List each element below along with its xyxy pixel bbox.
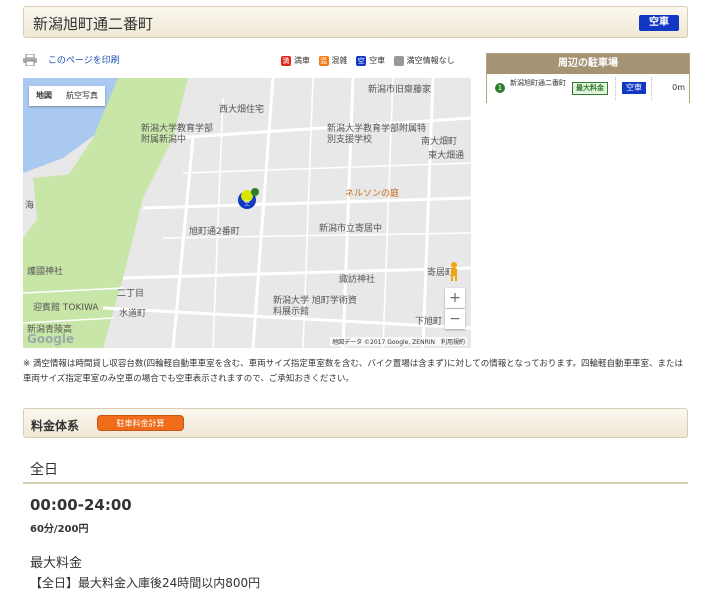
map-label: 諏訪神社 <box>339 275 376 285</box>
map-label: 東大畑通 <box>428 151 465 161</box>
map-label: 新潟大学 旭町学術資料展示館 <box>273 296 357 317</box>
map-label: 迎賓館 TOKIWA <box>33 303 99 313</box>
map-credit[interactable]: 地図データ ©2017 Google, ZENRIN 利用規約 <box>330 337 467 346</box>
map-label: 水道町 <box>119 309 147 319</box>
nearby-item-name[interactable]: 新潟旭町通二番町 <box>510 78 570 88</box>
zoom-out-button[interactable]: − <box>445 309 465 329</box>
map-label: 下旭町 <box>415 317 443 327</box>
max-fee-title: 最大料金 <box>30 556 83 571</box>
nearby-status-badge: 空車 <box>622 82 646 94</box>
header-bar: 新潟旭町通二番町 空車 <box>23 6 688 38</box>
fee-time-range: 00:00-24:00 <box>30 496 132 514</box>
map-label: 新潟市立寄居中 <box>319 224 383 234</box>
map-label: 南大畑町 <box>421 137 458 147</box>
nearby-title: 周辺の駐車場 <box>487 54 689 74</box>
map-label: 新潟市旧齋藤家 <box>368 85 432 95</box>
day-heading: 全日 <box>23 456 688 484</box>
zoom-in-button[interactable]: + <box>445 288 465 308</box>
map-label: 西大畑住宅 <box>219 105 265 115</box>
map-type-toggle[interactable]: 地図 航空写真 <box>29 86 105 106</box>
nearby-distance: 0m <box>672 83 685 92</box>
map-label: 新潟大学教育学部附属新潟中 <box>141 124 214 145</box>
print-label[interactable]: このページを印刷 <box>48 56 120 66</box>
nearby-item[interactable]: 1 新潟旭町通二番町 最大料金 空車 0m <box>487 74 689 103</box>
legend-crowded: 混混雑 <box>318 55 348 66</box>
legend-full: 満満車 <box>281 55 310 66</box>
nearby-item-number: 1 <box>495 83 505 93</box>
status-legend: 満満車 混混雑 空空車 満空情報なし <box>281 55 461 66</box>
map-label: 二丁目 <box>117 289 145 299</box>
max-fee-badge: 最大料金 <box>572 82 608 95</box>
map-label: 旭町通2番町 <box>189 227 240 237</box>
page-title: 新潟旭町通二番町 <box>33 15 154 33</box>
svg-text:空: 空 <box>244 199 250 207</box>
map-type-map[interactable]: 地図 <box>29 86 59 106</box>
availability-note: ※ 満空情報は時間貸し収容台数(四輪軽自動車車室を含む、車両サイズ指定車室数を含… <box>23 359 683 384</box>
legend-vacant: 空空車 <box>356 55 386 66</box>
parking-marker-icon[interactable]: 空 <box>237 188 259 210</box>
google-logo: Google <box>27 332 75 346</box>
map-label: 新潟大学教育学部附属特別支援学校 <box>327 124 427 145</box>
street-view-pegman-icon[interactable] <box>448 261 460 281</box>
status-badge: 空車 <box>639 15 679 31</box>
map-label: 海 <box>25 201 35 211</box>
fee-price: 60分/200円 <box>30 524 89 535</box>
map-type-satellite[interactable]: 航空写真 <box>59 86 105 106</box>
print-link[interactable]: このページを印刷 <box>23 53 120 69</box>
map-label: 護國神社 <box>27 267 64 277</box>
max-fee-description: 【全日】最大料金入庫後24時間以内800円 <box>30 576 261 590</box>
day-label: 全日 <box>30 462 58 478</box>
nearby-parking-panel: 周辺の駐車場 1 新潟旭町通二番町 最大料金 空車 0m <box>486 53 690 103</box>
printer-icon <box>23 53 37 66</box>
fee-section-label: 料金体系 <box>31 419 80 433</box>
fee-calculator-button[interactable]: 駐車料金計算 <box>97 415 184 431</box>
fee-section-header: 料金体系 駐車料金計算 <box>23 408 688 438</box>
map-label: ネルソンの庭 <box>345 189 400 199</box>
map[interactable]: 地図 航空写真 新潟市旧齋藤家 西大畑住宅 新潟大学教育学部附属新潟中 新潟大学… <box>23 78 471 348</box>
legend-no-info: 満空情報なし <box>393 55 455 66</box>
